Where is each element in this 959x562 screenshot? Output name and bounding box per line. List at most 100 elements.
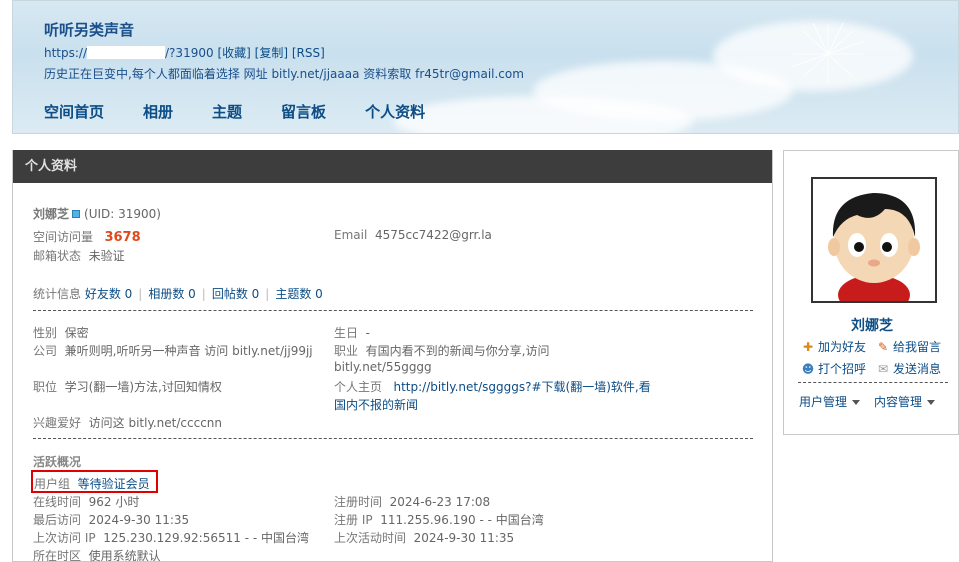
email-row: Email 4575cc7422@grr.la: [334, 228, 492, 242]
last-visit-label: 最后访问: [33, 513, 82, 527]
email-value: 4575cc7422@grr.la: [374, 228, 492, 242]
hobby-label: 兴趣爱好: [33, 416, 82, 430]
nav-album[interactable]: 相册: [143, 101, 173, 122]
visits-label: 空间访问量: [33, 230, 94, 244]
threads-count-link[interactable]: 主题数 0: [275, 287, 322, 301]
user-heading: 刘娜芝 (UID: 31900): [33, 205, 161, 222]
chevron-down-icon: [927, 400, 936, 405]
mail-status-row: 邮箱状态 未验证: [33, 247, 125, 264]
chevron-down-icon: [852, 400, 861, 405]
last-ip-label: 上次访问 IP: [33, 531, 96, 545]
occupation-row-2: bitly.net/55gggg: [334, 360, 432, 374]
timezone-label: 所在时区: [33, 549, 82, 562]
position-label: 职位: [33, 380, 58, 394]
replies-count-link[interactable]: 回帖数 0: [212, 287, 259, 301]
rss-link[interactable]: [RSS]: [292, 46, 325, 60]
timezone-row: 所在时区 使用系统默认: [33, 547, 161, 562]
register-ip-row: 注册 IP 111.255.96.190 - - 中国台湾: [334, 511, 544, 528]
birthday-label: 生日: [334, 326, 359, 340]
register-time-label: 注册时间: [334, 495, 383, 509]
nav-guestbook[interactable]: 留言板: [281, 101, 326, 122]
sidebar-username[interactable]: 刘娜芝: [784, 315, 959, 335]
last-ip-value: 125.230.129.92:56511 - - 中国台湾: [103, 531, 309, 545]
register-time-row: 注册时间 2024-6-23 17:08: [334, 493, 490, 510]
profile-panel: 个人资料 刘娜芝 (UID: 31900) 空间访问量 3678 Email 45…: [12, 150, 773, 562]
add-friend-button[interactable]: ✚ 加为好友: [801, 338, 866, 355]
stats-label: 统计信息: [33, 287, 82, 301]
last-active-value: 2024-9-30 11:35: [413, 531, 515, 545]
occupation-value-continued: bitly.net/55gggg: [334, 360, 432, 374]
occupation-row: 职业 有国内看不到的新闻与你分享,访问: [334, 342, 549, 359]
email-label: Email: [334, 228, 368, 242]
copy-link[interactable]: [复制]: [255, 46, 288, 60]
timezone-value: 使用系统默认: [88, 549, 161, 562]
birthday-row: 生日 -: [334, 324, 370, 341]
birthday-value: -: [365, 326, 370, 340]
company-label: 公司: [33, 344, 58, 358]
visits-value: 3678: [104, 230, 141, 245]
favorite-link[interactable]: [收藏]: [217, 46, 250, 60]
nav-profile[interactable]: 个人资料: [365, 101, 425, 122]
register-time-value: 2024-6-23 17:08: [389, 495, 491, 509]
nav-home[interactable]: 空间首页: [44, 101, 104, 122]
user-manage-menu[interactable]: 用户管理: [799, 393, 861, 410]
sidebar-divider: [798, 382, 948, 383]
albums-count-link[interactable]: 相册数 0: [148, 287, 195, 301]
add-friend-label: 加为好友: [818, 340, 867, 354]
visits-row: 空间访问量 3678: [33, 228, 141, 245]
occupation-value: 有国内看不到的新闻与你分享,访问: [365, 344, 550, 358]
register-ip-value: 111.255.96.190 - - 中国台湾: [380, 513, 544, 527]
position-value: 学习(翻一墙)方法,讨回知情权: [64, 380, 222, 394]
hobby-value: 访问这 bitly.net/ccccnn: [88, 416, 223, 430]
gender-label: 性别: [33, 326, 58, 340]
homepage-link-continued[interactable]: 国内不报的新闻: [334, 398, 418, 412]
username: 刘娜芝: [33, 207, 70, 221]
url-suffix: /?31900: [165, 46, 214, 60]
homepage-link[interactable]: http://bitly.net/sggggs?#下载(翻一墙)软件,看: [393, 380, 650, 394]
friends-count-link[interactable]: 好友数 0: [85, 287, 132, 301]
stats-row: 统计信息 好友数 0 | 相册数 0 | 回帖数 0 | 主题数 0: [33, 287, 323, 301]
occupation-label: 职业: [334, 344, 359, 358]
poke-button[interactable]: ☻ 打个招呼: [801, 360, 866, 377]
avatar-image: [813, 179, 935, 301]
group-row: 用户组 等待验证会员: [34, 475, 150, 492]
leave-message-label: 给我留言: [893, 340, 942, 354]
send-message-label: 发送消息: [893, 362, 942, 376]
main-nav: 空间首页 相册 主题 留言板 个人资料: [44, 101, 464, 122]
content-manage-menu[interactable]: 内容管理: [874, 393, 936, 410]
divider: [33, 438, 753, 439]
leave-message-button[interactable]: ✎ 给我留言: [876, 338, 941, 355]
user-icon: ☻: [801, 362, 815, 376]
company-row: 公司 兼听则明,听听另一种声音 访问 bitly.net/jj99jj: [33, 342, 313, 359]
register-ip-label: 注册 IP: [334, 513, 373, 527]
group-value-link[interactable]: 等待验证会员: [78, 477, 150, 491]
online-time-label: 在线时间: [33, 495, 82, 509]
position-row: 职位 学习(翻一墙)方法,讨回知情权: [33, 378, 222, 395]
user-manage-label: 用户管理: [799, 395, 848, 409]
nav-threads[interactable]: 主题: [212, 101, 242, 122]
dandelion-decoration: [790, 22, 866, 84]
panel-title: 个人资料: [13, 150, 772, 183]
last-visit-row: 最后访问 2024-9-30 11:35: [33, 511, 189, 528]
divider: [33, 310, 753, 311]
poke-label: 打个招呼: [818, 362, 867, 376]
site-title: 听听另类声音: [44, 21, 135, 39]
url-mask: [87, 46, 166, 59]
last-active-label: 上次活动时间: [334, 531, 407, 545]
activity-title: 活跃概况: [33, 455, 82, 469]
avatar[interactable]: [811, 177, 937, 303]
online-time-row: 在线时间 962 小时: [33, 493, 139, 510]
last-ip-row: 上次访问 IP 125.230.129.92:56511 - - 中国台湾: [33, 529, 309, 546]
pencil-icon: ✎: [877, 340, 889, 354]
send-message-button[interactable]: ✉ 发送消息: [876, 360, 941, 377]
online-status-icon: [72, 210, 81, 218]
mail-status-value: 未验证: [88, 249, 125, 263]
last-active-row: 上次活动时间 2024-9-30 11:35: [334, 529, 514, 546]
envelope-icon: ✉: [877, 362, 889, 376]
group-label: 用户组: [34, 477, 71, 491]
homepage-label: 个人主页: [334, 380, 383, 394]
last-visit-value: 2024-9-30 11:35: [88, 513, 190, 527]
add-friend-icon: ✚: [802, 340, 814, 354]
online-time-value: 962 小时: [88, 495, 140, 509]
site-description: 历史正在巨变中,每个人都面临着选择 网址 bitly.net/jjaaaa 资料…: [44, 67, 524, 81]
